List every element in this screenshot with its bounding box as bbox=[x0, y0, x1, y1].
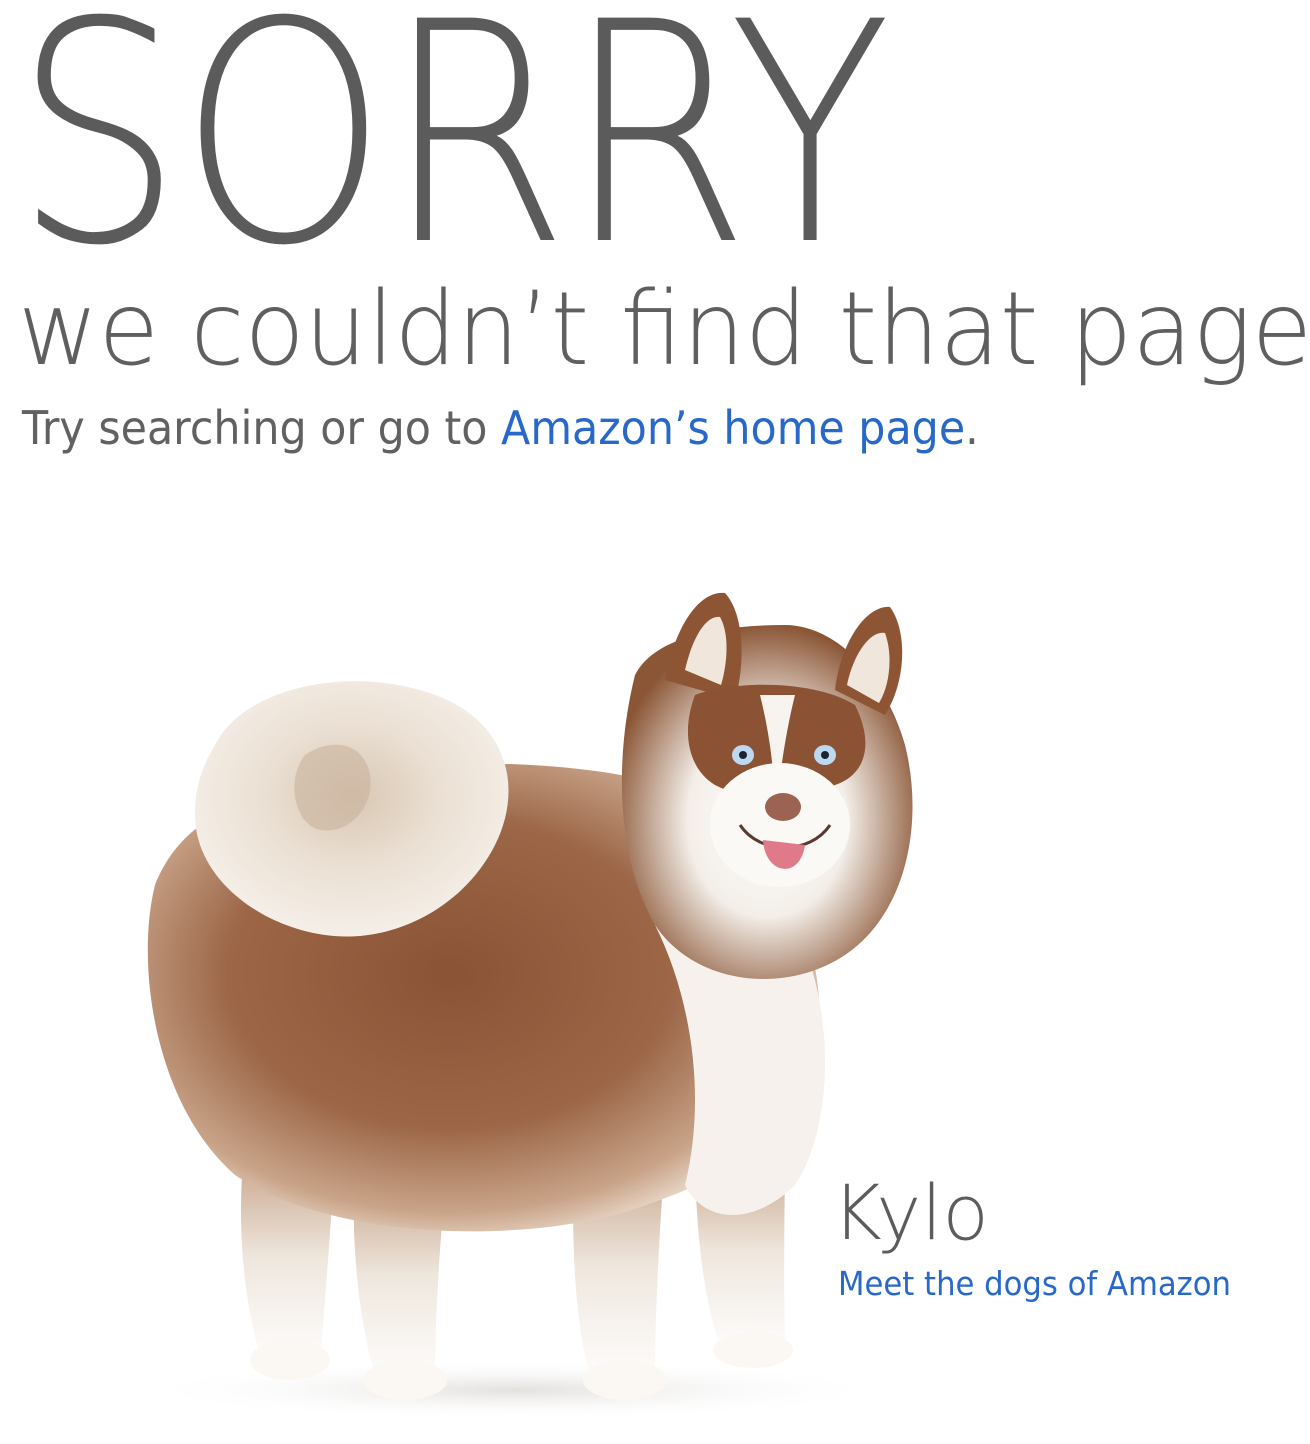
help-text-prefix: Try searching or go to bbox=[22, 401, 502, 455]
dog-name: Kylo bbox=[832, 1168, 989, 1257]
page-headline: SORRY bbox=[14, 0, 891, 312]
dog-photo bbox=[135, 592, 913, 1420]
meet-dogs-link[interactable]: Meet the dogs of Amazon bbox=[838, 1262, 1231, 1306]
help-text-suffix: . bbox=[965, 401, 979, 455]
amazon-home-link[interactable]: Amazon’s home page bbox=[501, 401, 965, 455]
help-text: Try searching or go to Amazon’s home pag… bbox=[22, 398, 979, 458]
page-subheadline: we couldn’t find that page bbox=[18, 270, 1310, 389]
